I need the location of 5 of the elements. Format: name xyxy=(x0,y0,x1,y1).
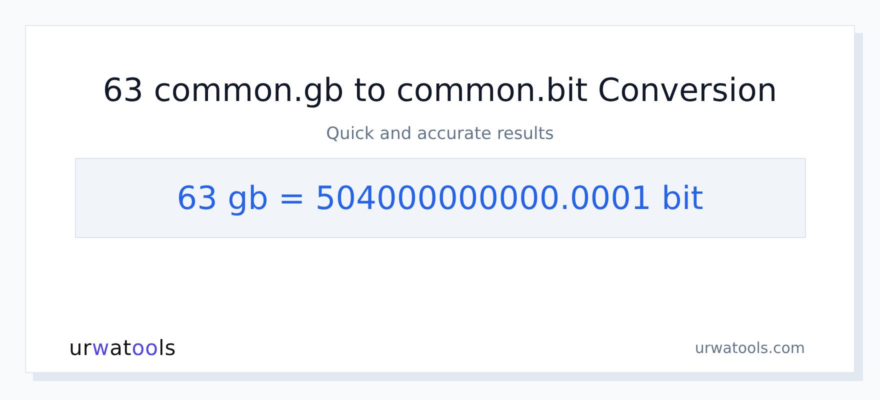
subtitle: Quick and accurate results xyxy=(326,123,554,146)
page-title: 63 common.gb to common.bit Conversion xyxy=(102,70,778,110)
conversion-result: 63 gb = 504000000000.0001 bit xyxy=(176,179,704,217)
logo: urwatools xyxy=(69,336,176,360)
site-url: urwatools.com xyxy=(694,339,805,357)
